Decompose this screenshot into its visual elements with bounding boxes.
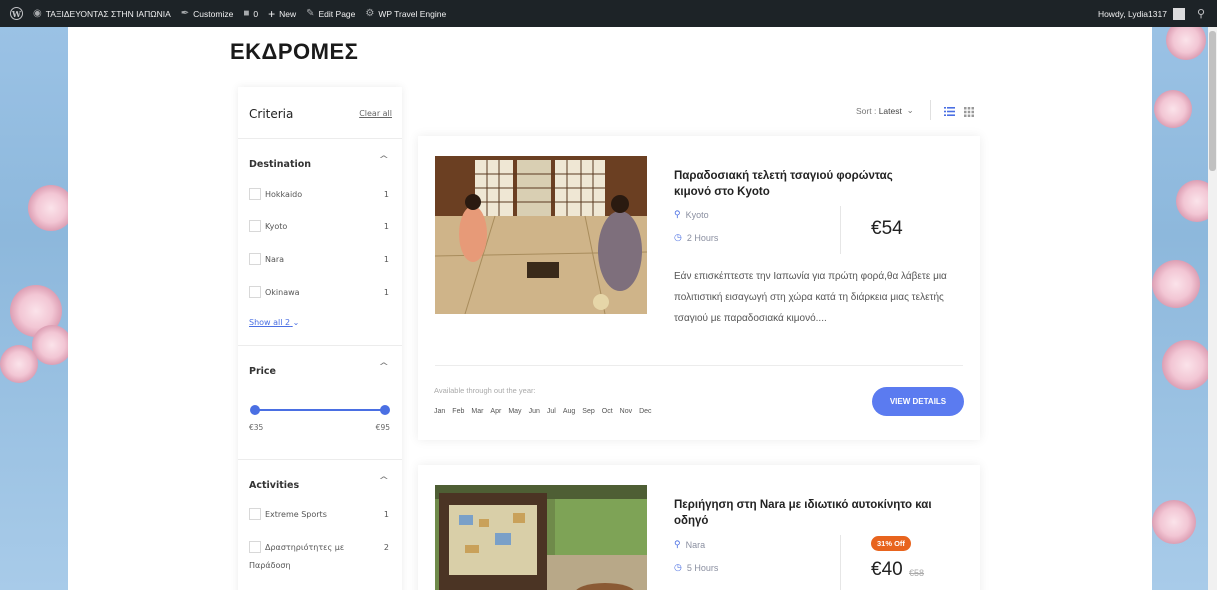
divider — [238, 345, 402, 346]
background-left-decor — [0, 0, 68, 590]
checkbox[interactable] — [249, 220, 261, 232]
pencil-icon: ✎ — [306, 8, 315, 19]
checkbox[interactable] — [249, 508, 261, 520]
price-min-label: €35 — [249, 423, 264, 432]
brush-icon: ✒ — [180, 8, 190, 19]
destination-option-hokkaido[interactable]: Hokkaido 1 — [249, 188, 389, 202]
trip-price: €54 — [871, 218, 903, 239]
customize-label: Customize — [193, 8, 234, 19]
site-name-label: ΤΑΞΙΔΕΥΟΝΤΑΣ ΣΤΗΝ ΙΑΠΩΝΙΑ — [45, 8, 171, 19]
main-content: ΕΚΔΡΟΜΕΣ Criteria Clear all Destination … — [68, 27, 1152, 590]
price-max-label: €95 — [375, 423, 390, 432]
dashboard-icon: ◉ — [33, 8, 42, 19]
comments-count: 0 — [253, 8, 259, 19]
filter-sidebar: Criteria Clear all Destination ^ Hokkaid… — [238, 87, 402, 590]
view-details-button[interactable]: VIEW DETAILS — [872, 387, 964, 416]
scrollbar-thumb[interactable] — [1209, 31, 1216, 171]
trip-old-price: €58 — [909, 568, 925, 578]
travel-engine-icon: ⚙ — [365, 8, 375, 19]
sort-dropdown[interactable]: Sort : Latest ⌄ — [856, 105, 914, 116]
clock-icon: ◷ — [674, 562, 682, 572]
checkbox[interactable] — [249, 188, 261, 200]
trip-card: Περιήγηση στη Nara με ιδιωτικό αυτοκίνητ… — [418, 465, 980, 590]
checkbox[interactable] — [249, 541, 261, 553]
availability-months: Jan Feb Mar Apr May Jun Jul Aug Sep Oct Nov Dec — [434, 408, 652, 415]
howdy-user-menu[interactable]: Howdy, Lydia1317 — [1098, 9, 1167, 19]
customize-link[interactable]: ✒ Customize — [181, 8, 234, 19]
divider — [238, 459, 402, 460]
list-view-icon[interactable] — [944, 107, 955, 116]
page-title: ΕΚΔΡΟΜΕΣ — [230, 39, 359, 64]
destination-option-nara[interactable]: Nara 1 — [249, 253, 389, 267]
wp-logo-menu[interactable]: W — [10, 7, 23, 20]
edit-page-label: Edit Page — [318, 8, 356, 19]
activity-option-extreme-sports[interactable]: Extreme Sports 1 — [249, 508, 389, 522]
price-min-handle[interactable] — [250, 405, 260, 415]
discount-badge: 31% Off — [871, 536, 911, 551]
new-label: New — [279, 8, 297, 19]
trip-title-link[interactable]: Παραδοσιακή τελετή τσαγιού φορώντας κιμον… — [674, 168, 954, 200]
trip-image-tea-ceremony[interactable] — [435, 156, 647, 314]
show-all-destinations-link[interactable]: Show all 2 ⌄ — [249, 318, 299, 327]
chevron-up-icon[interactable]: ^ — [379, 155, 390, 165]
destination-option-okinawa[interactable]: Okinawa 1 — [249, 286, 389, 300]
map-pin-icon: ⚲ — [674, 539, 681, 549]
trip-description: Εάν επισκέπτεστε την Ιαπωνία για πρώτη φ… — [674, 271, 947, 324]
price-filter-title[interactable]: Price — [249, 366, 276, 377]
trip-title-link[interactable]: Περιήγηση στη Nara με ιδιωτικό αυτοκίνητ… — [674, 497, 954, 529]
divider — [840, 206, 841, 254]
avatar[interactable] — [1172, 7, 1185, 20]
wordpress-icon: W — [10, 7, 23, 20]
trip-image-nara[interactable] — [435, 485, 647, 590]
search-icon[interactable]: ⚲ — [1197, 7, 1205, 20]
travel-engine-link[interactable]: ⚙ WP Travel Engine — [365, 8, 446, 19]
trip-duration: ◷ 2 Hours — [674, 232, 719, 243]
toolbar-divider — [930, 100, 931, 120]
plus-icon: + — [268, 6, 276, 21]
page-scrollbar[interactable] — [1208, 27, 1217, 590]
activity-option-tradition[interactable]: Δραστηριότητες με 2 Παράδοση — [249, 541, 389, 571]
new-content-link[interactable]: + New — [268, 7, 296, 21]
destination-filter-title[interactable]: Destination — [249, 159, 311, 170]
chevron-up-icon[interactable]: ^ — [379, 476, 390, 486]
chevron-up-icon[interactable]: ^ — [379, 362, 390, 372]
price-max-handle[interactable] — [380, 405, 390, 415]
destination-option-kyoto[interactable]: Kyoto 1 — [249, 220, 389, 234]
chevron-down-icon: ⌄ — [292, 318, 300, 327]
trip-card: Παραδοσιακή τελετή τσαγιού φορώντας κιμον… — [418, 136, 980, 440]
trip-price: €40 — [871, 559, 903, 580]
wp-admin-bar: W ◉ ΤΑΞΙΔΕΥΟΝΤΑΣ ΣΤΗΝ ΙΑΠΩΝΙΑ ✒ Customize … — [0, 0, 1217, 27]
chevron-down-icon: ⌄ — [906, 105, 914, 115]
activities-filter-title[interactable]: Activities — [249, 480, 299, 491]
map-pin-icon: ⚲ — [674, 209, 681, 219]
clock-icon: ◷ — [674, 232, 682, 242]
availability-label: Available through out the year: — [434, 386, 536, 395]
travel-engine-label: WP Travel Engine — [378, 8, 447, 19]
checkbox[interactable] — [249, 253, 261, 265]
grid-view-icon[interactable] — [964, 107, 974, 117]
clear-all-link[interactable]: Clear all — [359, 109, 392, 118]
comment-icon: ■ — [243, 8, 250, 19]
divider — [435, 365, 963, 366]
criteria-heading: Criteria — [249, 107, 294, 121]
divider — [840, 535, 841, 590]
divider — [238, 138, 402, 139]
background-right-decor — [1152, 0, 1208, 590]
trip-location: ⚲ Kyoto — [674, 209, 709, 220]
site-name-link[interactable]: ◉ ΤΑΞΙΔΕΥΟΝΤΑΣ ΣΤΗΝ ΙΑΠΩΝΙΑ — [33, 8, 171, 19]
trip-location: ⚲ Nara — [674, 539, 706, 550]
checkbox[interactable] — [249, 286, 261, 298]
comments-link[interactable]: ■ 0 — [243, 8, 258, 19]
trip-duration: ◷ 5 Hours — [674, 562, 719, 573]
edit-page-link[interactable]: ✎ Edit Page — [306, 8, 355, 19]
price-slider-track[interactable] — [255, 409, 385, 411]
